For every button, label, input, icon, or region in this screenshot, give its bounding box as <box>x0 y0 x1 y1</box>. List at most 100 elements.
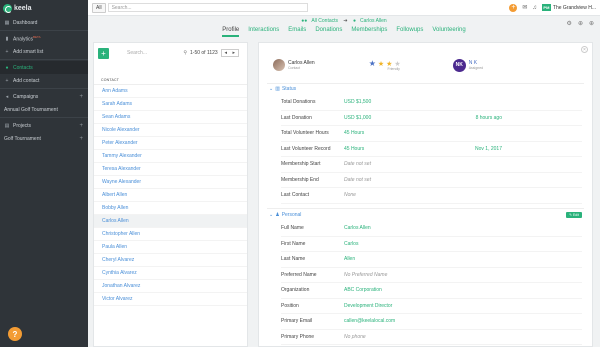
field-label: Position <box>281 302 299 309</box>
top-bar: All Search... + ✉ ♫ PM The Grandview H..… <box>88 0 600 16</box>
list-item[interactable]: Albert Allen <box>94 189 247 202</box>
avatar[interactable] <box>273 59 285 71</box>
tab-memberships[interactable]: Memberships <box>351 27 387 37</box>
add-campaign-icon[interactable]: + <box>79 94 83 100</box>
field-row: Organization ABC Corporation <box>281 283 582 299</box>
field-value[interactable]: Carlos <box>344 241 358 247</box>
tab-volunteering[interactable]: Volunteering <box>432 27 465 37</box>
add-contact-button[interactable]: + <box>98 47 109 59</box>
add-circle-icon[interactable]: ⊕ <box>589 20 594 27</box>
list-item[interactable]: Sean Adams <box>94 111 247 124</box>
field-value[interactable]: Allen <box>344 256 355 262</box>
list-item[interactable]: Carlos Allen <box>94 215 247 228</box>
field-label: Total Volunteer Hours <box>281 130 329 137</box>
analytics-label: Analytics <box>13 36 34 43</box>
field-value[interactable]: 45 Hours <box>344 146 364 152</box>
sidebar-item-dashboard[interactable]: ▦ Dashboard <box>0 16 88 29</box>
add-project-icon[interactable]: + <box>79 123 83 129</box>
list-item[interactable]: Bobby Allen <box>94 202 247 215</box>
org-switcher[interactable]: PM The Grandview H... <box>541 4 596 11</box>
sidebar-item-label: Annual Golf Tournament <box>4 106 58 113</box>
field-label: Primary Phone <box>281 333 315 340</box>
sidebar-item-contacts[interactable]: ● Contacts <box>0 61 88 74</box>
add-icon[interactable]: + <box>79 136 83 142</box>
arrow-right-icon: ➔ <box>343 18 348 24</box>
next-page-icon[interactable]: ▸ <box>230 50 238 56</box>
field-row: Last Donation USD $1,000 8 hours ago <box>281 111 582 126</box>
assignee-label: Assigned <box>468 66 484 70</box>
assignee-info: N K Assigned <box>469 60 483 70</box>
sidebar-item-add-contact[interactable]: + Add contact <box>0 74 88 87</box>
tab-followups[interactable]: Followups <box>396 27 423 37</box>
brand-logo[interactable]: keela <box>0 0 88 16</box>
quick-add-icon[interactable]: + <box>509 3 518 12</box>
bell-icon[interactable]: ♫ <box>532 5 537 11</box>
top-bar-actions: + ✉ ♫ PM The Grandview H... <box>509 3 600 12</box>
chevron-down-icon: ⌄ <box>269 86 274 92</box>
mail-icon[interactable]: ✉ <box>522 4 527 11</box>
field-value[interactable]: Development Director <box>344 303 392 309</box>
list-item[interactable]: Wayne Alexander <box>94 176 247 189</box>
field-value[interactable]: 45 Hours <box>344 130 364 136</box>
contact-search-input[interactable]: Search... ⚲ <box>127 50 187 56</box>
list-item[interactable]: Teresa Alexander <box>94 163 247 176</box>
field-row: Total Donations USD $1,500 <box>281 95 582 111</box>
share-icon[interactable]: ⊕ <box>578 20 583 27</box>
field-value: None <box>344 192 356 199</box>
field-value[interactable]: callen@keelalocal.com <box>344 318 395 324</box>
breadcrumb: ●● All Contacts ➔ ● Carlos Allen <box>88 18 600 24</box>
help-button[interactable]: ? <box>8 327 22 341</box>
personal-section-toggle[interactable]: ⌄ ♟ Personal <box>269 212 301 218</box>
status-rows: Total Donations USD $1,500 Last Donation US… <box>281 95 582 204</box>
breadcrumb-all-contacts[interactable]: All Contacts <box>311 18 338 24</box>
list-item[interactable]: Peter Alexander <box>94 137 247 150</box>
engagement-rating[interactable]: ★ ★ ★ ★ Friendly <box>369 59 401 71</box>
status-section-toggle[interactable]: ⌄ ▥ Status <box>269 86 296 92</box>
field-label: Membership Start <box>281 161 321 168</box>
field-value[interactable]: ABC Corporation <box>344 287 382 293</box>
list-item[interactable]: Jonathan Alvarez <box>94 280 247 293</box>
list-item[interactable]: Tammy Alexander <box>94 150 247 163</box>
field-row: Primary Phone No phone <box>281 330 582 345</box>
sidebar-item-analytics[interactable]: ▮ AnalyticsBETA <box>0 32 88 45</box>
section-title: Personal <box>281 212 302 218</box>
org-badge: PM <box>541 4 551 11</box>
field-value[interactable]: USD $1,500 <box>344 99 371 105</box>
field-value[interactable]: Carlos Allen <box>344 225 371 231</box>
list-item[interactable]: Sarah Adams <box>94 98 247 111</box>
person-icon: ● <box>353 18 357 24</box>
search-scope-dropdown[interactable]: All <box>92 2 106 13</box>
field-label: Last Name <box>281 256 306 263</box>
sidebar-item-add-smart-list[interactable]: + Add smart list <box>0 45 88 58</box>
tab-emails[interactable]: Emails <box>288 27 306 37</box>
divider <box>0 88 88 89</box>
sidebar-item-golf-tournament[interactable]: Golf Tournament + <box>0 132 88 145</box>
beta-badge: BETA <box>33 34 41 39</box>
list-item[interactable]: Ann Adams <box>94 85 247 98</box>
field-label: Membership End <box>281 176 319 183</box>
tab-interactions[interactable]: Interactions <box>248 27 279 37</box>
edit-personal-button[interactable]: ✎ Edit <box>566 212 582 218</box>
sidebar-item-label: Add contact <box>13 77 40 84</box>
list-item[interactable]: Paula Allen <box>94 241 247 254</box>
divider <box>267 83 584 84</box>
sidebar-item-campaigns[interactable]: ◂ Campaigns + <box>0 90 88 103</box>
list-item[interactable]: Cheryl Alvarez <box>94 254 247 267</box>
prev-page-icon[interactable]: ◂ <box>222 50 230 56</box>
pagination-controls: ◂ ▸ <box>220 49 239 57</box>
list-item[interactable]: Victor Alvarez <box>94 293 247 306</box>
tab-profile[interactable]: Profile <box>222 27 240 37</box>
field-value[interactable]: USD $1,000 <box>344 115 371 121</box>
settings-icon[interactable]: ⚙ <box>567 20 572 27</box>
sidebar-item-projects[interactable]: ▤ Projects + <box>0 119 88 132</box>
list-item[interactable]: Cynthia Alvarez <box>94 267 247 280</box>
contact-type: Contact <box>288 66 301 70</box>
close-icon[interactable]: × <box>581 46 588 53</box>
assignee[interactable]: NK N K Assigned <box>452 58 483 72</box>
plus-icon: + <box>5 48 9 55</box>
list-item[interactable]: Christopher Allen <box>94 228 247 241</box>
sidebar-item-annual-golf[interactable]: Annual Golf Tournament <box>0 103 88 116</box>
tab-donations[interactable]: Donations <box>315 27 342 37</box>
global-search-input[interactable]: Search... <box>107 3 308 12</box>
list-item[interactable]: Nicole Alexander <box>94 124 247 137</box>
